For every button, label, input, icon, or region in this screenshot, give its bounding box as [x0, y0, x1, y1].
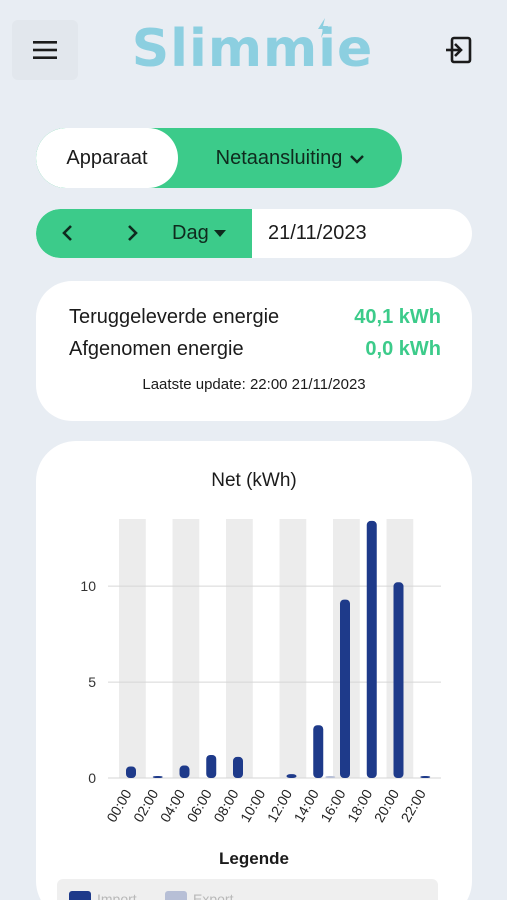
- x-tick-label: 14:00: [290, 786, 321, 825]
- bar-import: [366, 520, 377, 778]
- bar-export: [325, 776, 336, 778]
- bar-import: [152, 776, 163, 778]
- x-tick-label: 08:00: [210, 786, 241, 825]
- x-tick-label: 22:00: [397, 786, 428, 825]
- x-tick-label: 12:00: [264, 786, 295, 825]
- toggle-netaansluiting[interactable]: Netaansluiting: [178, 128, 402, 188]
- chevron-left-icon[interactable]: [58, 223, 78, 243]
- net-chart-card: Net (kWh) 0 5 10 00:00 02:00 04:00 06:00 08:00…: [36, 441, 472, 900]
- bar-import: [313, 725, 324, 778]
- legend-label-export: Export: [193, 891, 234, 900]
- legend-title: Legende: [219, 849, 289, 868]
- consumed-energy-label: Afgenomen energie: [69, 338, 244, 360]
- returned-energy-label: Teruggeleverde energie: [69, 306, 280, 328]
- returned-energy-row: Teruggeleverde energie 40,1 kWh: [69, 306, 441, 334]
- chart-band: [172, 519, 200, 778]
- y-tick-label: 5: [88, 674, 96, 690]
- legend-swatch-export: [165, 891, 187, 900]
- bar-import: [206, 754, 217, 778]
- menu-button[interactable]: [12, 20, 78, 80]
- chart-band: [119, 519, 146, 778]
- net-chart: Net (kWh) 0 5 10 00:0002:0004:0006:0008:00…: [80, 470, 441, 825]
- x-tick-label: 16:00: [317, 786, 348, 825]
- bar-import: [179, 765, 190, 778]
- chevron-down-icon: [350, 154, 365, 164]
- consumed-energy-row: Afgenomen energie 0,0 kWh: [69, 338, 441, 366]
- bar-import: [126, 766, 136, 778]
- date-navigator: Dag 21/11/2023: [36, 209, 472, 258]
- period-select[interactable]: Dag: [172, 209, 226, 258]
- chart-title: Net (kWh): [211, 470, 297, 491]
- chart-band: [226, 519, 253, 778]
- chevron-right-icon[interactable]: [122, 223, 142, 243]
- last-update-text: Laatste update: 22:00 21/11/2023: [142, 376, 366, 393]
- bar-import: [393, 582, 404, 778]
- bolt-icon: [318, 18, 328, 38]
- legend-swatch-import: [69, 891, 91, 900]
- app-header: Slimmie: [0, 0, 507, 100]
- chart-band: [279, 519, 307, 778]
- energy-summary-card: Teruggeleverde energie 40,1 kWh Afgenome…: [36, 281, 472, 421]
- y-tick-label: 0: [88, 770, 96, 786]
- logout-icon[interactable]: [440, 32, 476, 68]
- hamburger-icon: [33, 41, 57, 59]
- chart-legend: Import Export: [57, 879, 438, 900]
- toggle-apparaat[interactable]: Apparaat: [36, 128, 178, 188]
- returned-energy-value: 40,1 kWh: [354, 306, 441, 328]
- bar-import: [340, 599, 350, 778]
- bar-import: [420, 776, 431, 778]
- app-logo: Slimmie: [131, 19, 374, 79]
- y-tick-label: 10: [80, 578, 96, 594]
- bar-import: [286, 774, 297, 778]
- x-tick-label: 20:00: [371, 786, 402, 825]
- x-tick-label: 10:00: [237, 786, 268, 825]
- date-field[interactable]: 21/11/2023: [268, 209, 367, 258]
- consumed-energy-value: 0,0 kWh: [365, 338, 441, 360]
- view-toggle: Apparaat Netaansluiting: [36, 128, 402, 188]
- caret-down-icon: [213, 230, 226, 238]
- period-label: Dag: [172, 222, 209, 244]
- x-tick-label: 00:00: [103, 786, 134, 825]
- legend-label-import: Import: [97, 891, 137, 900]
- x-tick-label: 04:00: [157, 786, 188, 825]
- bar-import: [233, 756, 243, 778]
- toggle-netaansluiting-label: Netaansluiting: [215, 147, 343, 169]
- x-tick-label: 18:00: [344, 786, 375, 825]
- x-tick-label: 06:00: [183, 786, 214, 825]
- x-tick-label: 02:00: [130, 786, 161, 825]
